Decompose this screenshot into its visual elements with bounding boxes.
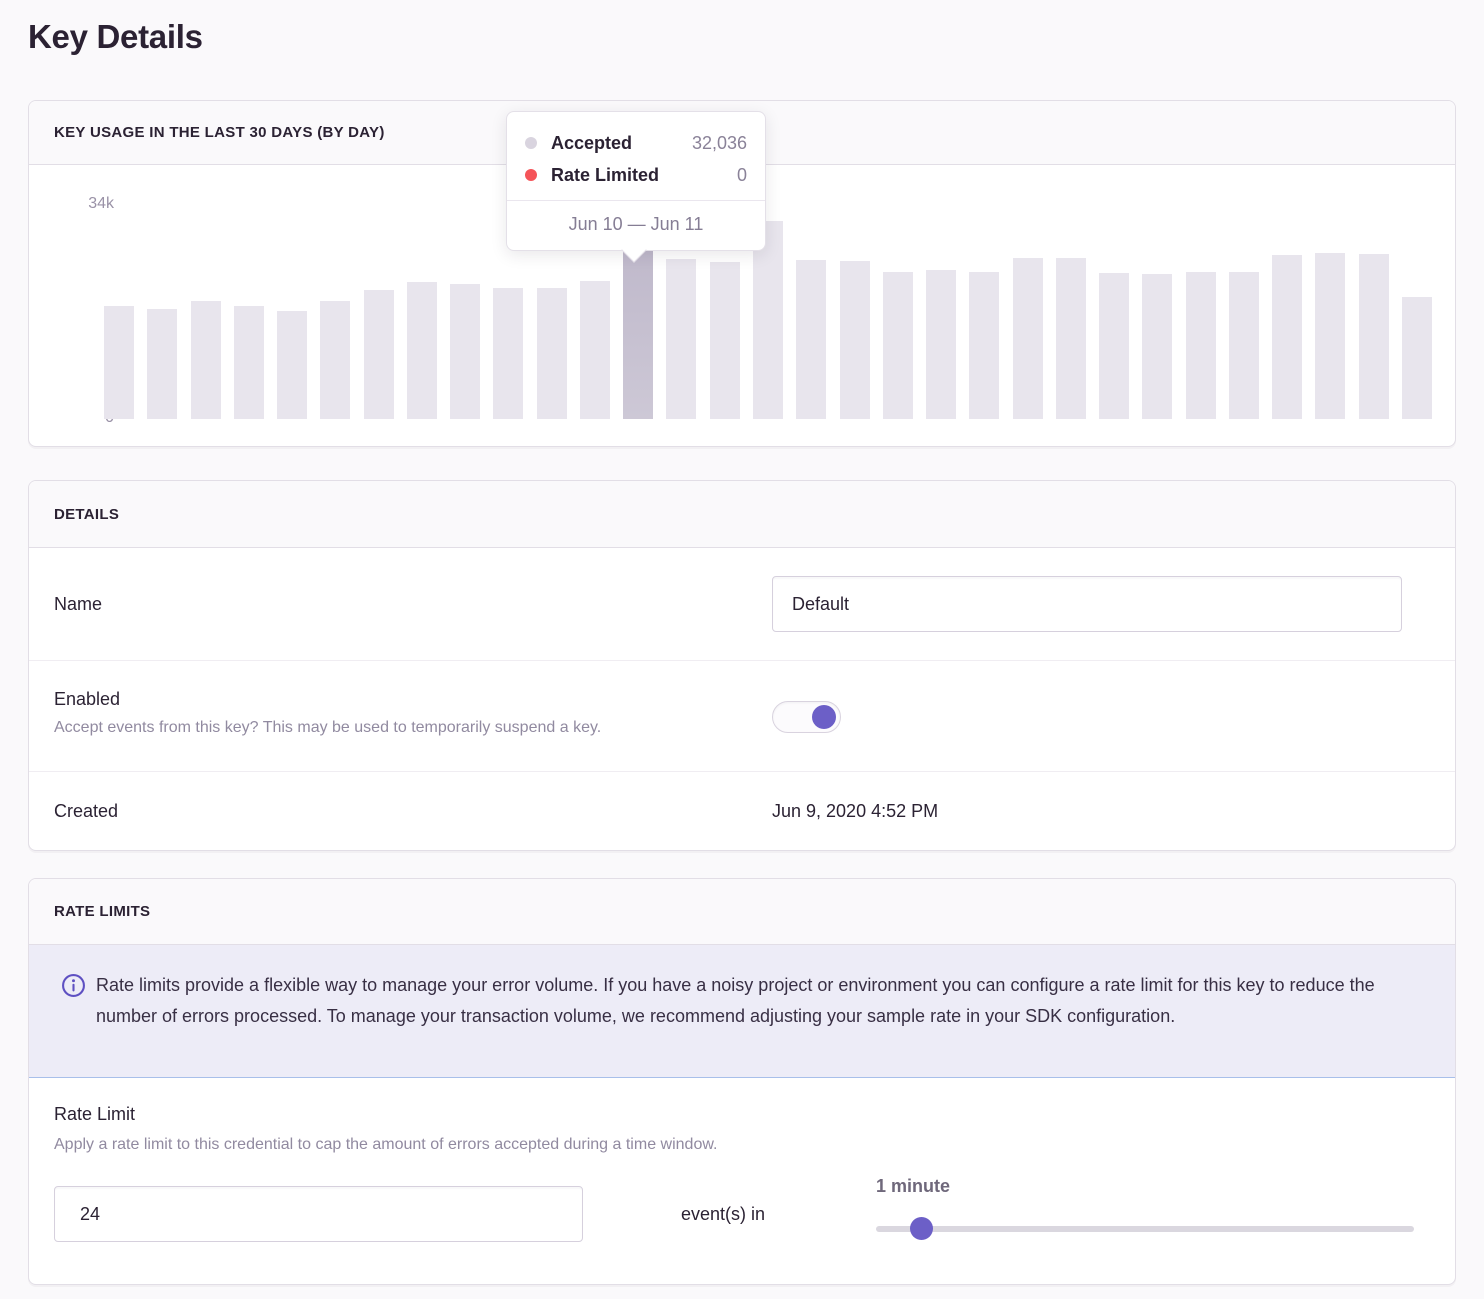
- usage-bar[interactable]: [407, 282, 437, 419]
- usage-bar[interactable]: [147, 309, 177, 419]
- usage-bar[interactable]: [1359, 254, 1389, 419]
- usage-bar[interactable]: [926, 270, 956, 419]
- usage-bar[interactable]: [1229, 272, 1259, 419]
- created-value: Jun 9, 2020 4:52 PM: [772, 801, 938, 822]
- chart-bars: [104, 201, 1432, 419]
- time-window-label: 1 minute: [876, 1176, 950, 1197]
- accepted-dot-icon: [525, 137, 537, 149]
- tooltip-row-accepted: Accepted 32,036: [525, 127, 747, 159]
- details-panel-header: DETAILS: [29, 481, 1455, 548]
- tooltip-row-rate-limited: Rate Limited 0: [525, 159, 747, 191]
- rate-limit-label: Rate Limit: [54, 1104, 135, 1125]
- usage-bar[interactable]: [320, 301, 350, 419]
- details-panel: DETAILS Name Enabled Accept events from …: [28, 480, 1456, 851]
- slider-knob[interactable]: [910, 1217, 933, 1240]
- usage-bar[interactable]: [364, 290, 394, 419]
- usage-bar[interactable]: [796, 260, 826, 419]
- usage-bar[interactable]: [883, 272, 913, 419]
- rate-limit-count-input[interactable]: [54, 1186, 583, 1242]
- usage-bar[interactable]: [1142, 274, 1172, 419]
- usage-bar[interactable]: [104, 306, 134, 419]
- key-usage-panel: KEY USAGE IN THE LAST 30 DAYS (BY DAY) 3…: [28, 100, 1456, 447]
- usage-bar[interactable]: [537, 288, 567, 419]
- name-row: Name: [29, 548, 1455, 660]
- usage-panel-title: KEY USAGE IN THE LAST 30 DAYS (BY DAY): [54, 124, 385, 141]
- rate-limits-panel: RATE LIMITS Rate limits provide a flexib…: [28, 878, 1456, 1285]
- details-panel-title: DETAILS: [54, 506, 119, 523]
- usage-bar[interactable]: [191, 301, 221, 419]
- enabled-toggle[interactable]: [772, 701, 841, 733]
- rate-limited-dot-icon: [525, 169, 537, 181]
- toggle-knob: [812, 705, 836, 729]
- usage-bar[interactable]: [1056, 258, 1086, 419]
- usage-bar[interactable]: [580, 281, 610, 419]
- usage-bar[interactable]: [493, 288, 523, 419]
- usage-bar[interactable]: [710, 262, 740, 419]
- created-label: Created: [29, 801, 118, 822]
- enabled-help-text: Accept events from this key? This may be…: [29, 719, 601, 737]
- tooltip-body: Accepted 32,036 Rate Limited 0: [507, 112, 765, 200]
- rate-limit-row: Rate Limit Apply a rate limit to this cr…: [29, 1078, 1455, 1284]
- rate-limits-panel-header: RATE LIMITS: [29, 879, 1455, 945]
- usage-bar[interactable]: [1272, 255, 1302, 419]
- name-input[interactable]: [772, 576, 1402, 632]
- usage-bar[interactable]: [969, 272, 999, 419]
- enabled-label: Enabled: [29, 689, 120, 710]
- chart-tooltip: Accepted 32,036 Rate Limited 0 Jun 10 — …: [506, 111, 766, 251]
- usage-bar[interactable]: [450, 284, 480, 419]
- usage-bar[interactable]: [1099, 273, 1129, 419]
- created-row: Created Jun 9, 2020 4:52 PM: [29, 771, 1455, 851]
- page-title: Key Details: [28, 18, 203, 56]
- enabled-row: Enabled Accept events from this key? Thi…: [29, 660, 1455, 771]
- slider-track[interactable]: [876, 1226, 1414, 1232]
- info-alert-text: Rate limits provide a flexible way to ma…: [96, 970, 1408, 1032]
- rate-limits-panel-title: RATE LIMITS: [54, 903, 150, 920]
- info-icon: [61, 973, 86, 998]
- usage-bar[interactable]: [1315, 253, 1345, 419]
- usage-bar[interactable]: [277, 311, 307, 419]
- rate-limited-label: Rate Limited: [551, 165, 659, 186]
- accepted-value: 32,036: [692, 133, 747, 154]
- name-label: Name: [29, 594, 102, 615]
- usage-bar[interactable]: [234, 306, 264, 419]
- usage-bar[interactable]: [666, 259, 696, 419]
- rate-limited-value: 0: [737, 165, 747, 186]
- usage-bar[interactable]: [1402, 297, 1432, 419]
- rate-limit-help-text: Apply a rate limit to this credential to…: [54, 1136, 717, 1154]
- usage-bar[interactable]: [840, 261, 870, 419]
- usage-bar[interactable]: [1013, 258, 1043, 419]
- info-alert: Rate limits provide a flexible way to ma…: [29, 945, 1455, 1078]
- usage-bar[interactable]: [1186, 272, 1216, 419]
- key-details-page: Key Details KEY USAGE IN THE LAST 30 DAY…: [0, 0, 1484, 1299]
- events-in-label: event(s) in: [681, 1191, 765, 1237]
- accepted-label: Accepted: [551, 133, 632, 154]
